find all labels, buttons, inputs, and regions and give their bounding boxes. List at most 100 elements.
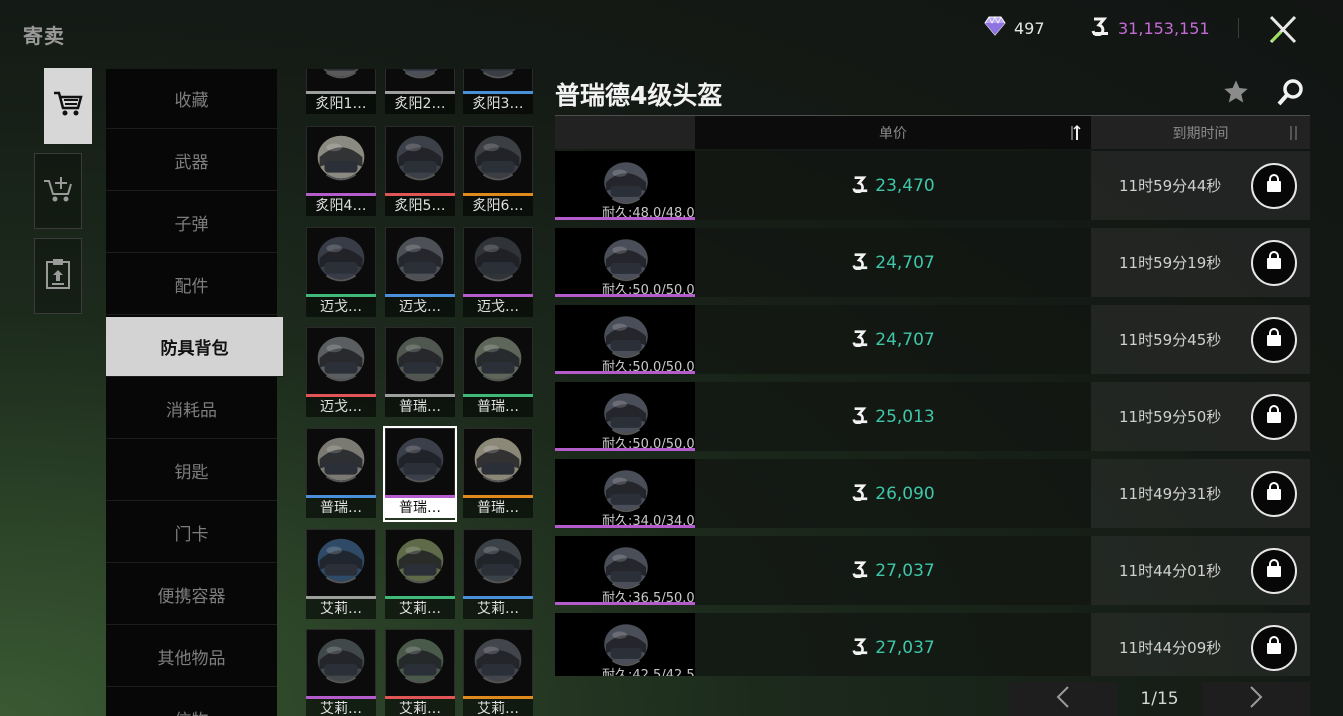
item-cell[interactable]: 普瑞… [385,327,455,419]
price-cell: 26,090 [695,459,1091,528]
expiry-value: 11时59分44秒 [1119,177,1222,195]
category-other[interactable]: 其他物品 [106,627,277,687]
shopping-bag-icon [1264,328,1284,352]
buy-button[interactable] [1251,548,1297,594]
item-cell-selected[interactable]: 普瑞… [383,426,457,522]
close-icon [1264,15,1302,52]
helmet-icon [463,327,533,396]
buy-button[interactable] [1251,163,1297,209]
listing-row: 耐久:36.5/50.0 27,037 11时44分01秒 [555,536,1310,608]
clipboard-upload-icon [45,258,71,294]
rail-sell-tab[interactable] [34,153,82,229]
coin-icon [851,329,869,351]
rarity-bar [555,448,695,451]
chevron-right-icon [1249,685,1263,713]
category-attachments[interactable]: 配件 [106,255,277,315]
item-cell[interactable]: 普瑞… [463,428,533,520]
category-consumables[interactable]: 消耗品 [106,379,277,439]
category-weapons[interactable]: 武器 [106,131,277,191]
item-cell[interactable]: 艾莉… [306,529,376,621]
item-cell[interactable]: 炙阳3… [463,69,533,116]
item-cell[interactable]: 迈戈… [463,227,533,319]
item-cell[interactable]: 普瑞… [463,327,533,419]
category-keycards[interactable]: 门卡 [106,503,277,563]
coin-icon [851,637,869,659]
price-value: 27,037 [875,560,935,581]
coin-icon [851,483,869,505]
buy-button[interactable] [1251,394,1297,440]
helmet-icon [463,126,533,195]
column-price-label: 单价 [879,125,907,142]
favorite-button[interactable] [1222,78,1250,106]
listing-table-header: 单价 到期时间 [555,115,1310,149]
rarity-bar [555,217,695,220]
shopping-bag-icon [1264,482,1284,506]
expiry-value: 11时44分01秒 [1119,562,1222,580]
header-thumb-column [555,116,695,149]
expiry-value: 11时59分19秒 [1119,254,1222,272]
category-tokens[interactable]: 信物 [106,689,277,716]
category-ammo[interactable]: 子弹 [106,193,277,253]
item-cell[interactable]: 艾莉… [385,629,455,716]
item-cell[interactable]: 迈戈… [385,227,455,319]
sort-by-price[interactable]: 单价 [695,116,1091,149]
cart-add-icon [42,174,74,208]
next-page-button[interactable] [1202,682,1310,716]
item-cell[interactable]: 迈戈… [306,327,376,419]
column-time-label: 到期时间 [1172,125,1229,142]
prev-page-button[interactable] [1009,682,1117,716]
price-value: 27,037 [875,637,935,658]
star-icon [1222,80,1250,110]
item-cell[interactable]: 炙阳5… [385,126,455,218]
item-cell[interactable]: 炙阳2… [385,69,455,116]
search-icon [1275,79,1305,112]
item-cell[interactable]: 迈戈… [306,227,376,319]
price-value: 25,013 [875,406,935,427]
helmet-icon [463,227,533,296]
chevron-left-icon [1056,685,1070,713]
helmet-icon [463,629,533,698]
item-cell[interactable]: 炙阳6… [463,126,533,218]
search-button[interactable] [1275,78,1305,108]
item-cell[interactable]: 炙阳4… [306,126,376,218]
listing-row: 耐久:50.0/50.0 24,707 11时59分19秒 [555,228,1310,300]
buy-button[interactable] [1251,625,1297,671]
page-title: 寄卖 [23,24,65,48]
listing-row: 耐久:50.0/50.0 25,013 11时59分50秒 [555,382,1310,454]
rail-listings-tab[interactable] [34,238,82,314]
category-armor-bags[interactable]: 防具背包 [106,317,283,377]
coin-count: 31,153,151 [1118,18,1210,38]
price-value: 26,090 [875,483,935,504]
item-cell[interactable]: 艾莉… [463,629,533,716]
buy-button[interactable] [1251,240,1297,286]
category-containers[interactable]: 便携容器 [106,565,277,625]
coin-balance: 31,153,151 [1090,14,1210,42]
item-cell[interactable]: 普瑞… [306,428,376,520]
item-title: 普瑞德4级头盔 [555,81,723,110]
buy-button[interactable] [1251,471,1297,517]
rail-buy-tab[interactable] [44,68,92,144]
coin-icon [851,560,869,582]
helmet-icon [385,227,455,296]
close-button[interactable] [1264,12,1302,48]
coin-icon [851,406,869,428]
category-keys[interactable]: 钥匙 [106,441,277,501]
listing-list: 耐久:48.0/48.0 23,470 11时59分44秒 耐久:50.0/50… [555,151,1310,676]
header-divider [1238,18,1239,38]
category-favorites[interactable]: 收藏 [106,69,277,129]
helmet-icon [306,428,376,497]
item-cell[interactable]: 艾莉… [463,529,533,621]
sort-by-expiry[interactable]: 到期时间 [1091,116,1310,149]
cart-icon [52,90,84,122]
buy-button[interactable] [1251,317,1297,363]
helmet-icon [306,327,376,396]
item-cell[interactable]: 艾莉… [385,529,455,621]
expiry-value: 11时49分31秒 [1119,485,1222,503]
helmet-icon [306,529,376,598]
price-cell: 27,037 [695,536,1091,605]
item-cell[interactable]: 艾莉… [306,629,376,716]
rarity-bar [555,294,695,297]
listing-row: 耐久:42.5/42.5 27,037 11时44分09秒 [555,613,1310,676]
helmet-icon [306,69,376,93]
item-cell[interactable]: 炙阳1… [306,69,376,116]
